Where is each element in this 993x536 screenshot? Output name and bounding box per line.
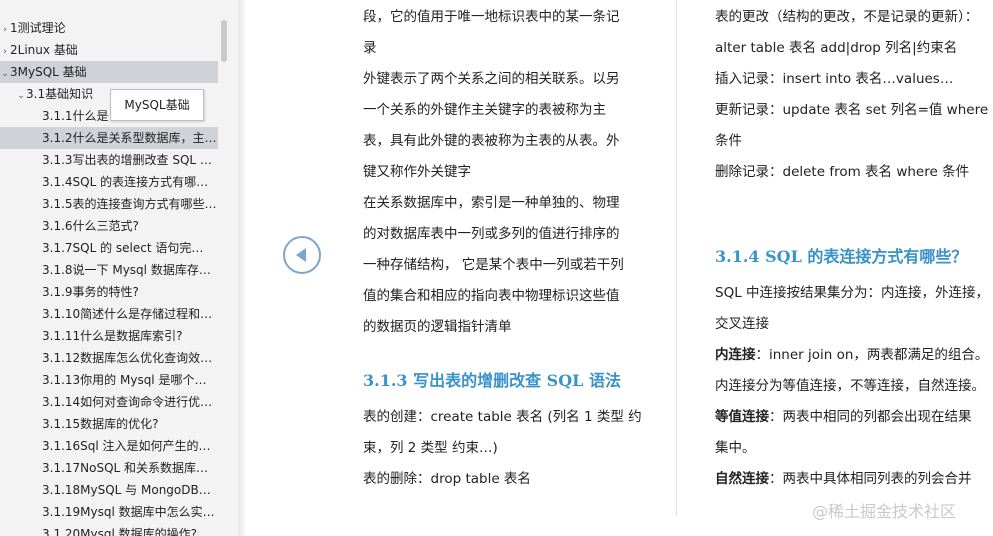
- text-line: SQL 中连接按结果集分为：内连接，外连接，: [715, 285, 990, 301]
- arrow-left-icon: [296, 248, 306, 262]
- text-line: 表，具有此外键的表被称为主表的从表。外: [363, 133, 620, 149]
- toc-item-label: 3.1.20Mysql 数据库的操作?: [42, 527, 198, 536]
- toc-item-label: 3.1.16Sql 注入是如何产生的…: [42, 439, 211, 453]
- text-line: 键又称作外关键字: [363, 164, 471, 180]
- toc-item[interactable]: 3.1.3写出表的增删改查 SQL …: [0, 149, 218, 171]
- toc-item[interactable]: ⌄3MySQL 基础: [0, 61, 218, 83]
- text-line: 表的创建：create table 表名 (列名 1 类型 约: [363, 409, 642, 425]
- text-line: 条件: [715, 133, 742, 149]
- text-line: 集中。: [715, 440, 756, 456]
- toc-item-label: 3.1.19Mysql 数据库中怎么实…: [42, 505, 215, 519]
- toc-item-label: 3.1.15数据库的优化?: [42, 417, 159, 431]
- toc-item[interactable]: 3.1.4SQL 的表连接方式有哪…: [0, 171, 218, 193]
- chevron-right-icon[interactable]: ›: [0, 41, 10, 61]
- text-line: 自然连接：两表中具体相同列表的列会合并: [715, 464, 972, 495]
- toc-item[interactable]: 3.1.15数据库的优化?: [0, 413, 218, 435]
- text-line: 删除记录：delete from 表名 where 条件: [715, 164, 970, 180]
- tooltip: MySQL基础: [110, 89, 204, 121]
- toc-item[interactable]: 3.1.19Mysql 数据库中怎么实…: [0, 501, 218, 523]
- toc-item-label: 3.1.10简述什么是存储过程和…: [42, 307, 213, 321]
- toc-scrollbar[interactable]: [221, 20, 227, 62]
- toc-item[interactable]: 3.1.2什么是关系型数据库，主…: [0, 127, 218, 149]
- line-text: ：两表中相同的列都会出现在结果: [769, 409, 972, 425]
- section-heading: 3.1.4 SQL 的表连接方式有哪些？: [715, 247, 968, 266]
- chevron-down-icon[interactable]: ⌄: [16, 85, 26, 105]
- toc-item-label: 3.1.17NoSQL 和关系数据库…: [42, 461, 209, 475]
- line-text: ：inner join on，两表都满足的组合。: [755, 347, 989, 363]
- toc-item-label: 3.1.9事务的特性?: [42, 285, 139, 299]
- toc-sidebar: › 1测试理论 › 2Linux 基础 ⌄3MySQL 基础 ⌄3.1基础知识 3.1.1什…: [0, 0, 238, 536]
- toc-item-label: 3.1.11什么是数据库索引?: [42, 329, 183, 343]
- toc-item[interactable]: 3.1.8说一下 Mysql 数据库存…: [0, 259, 218, 281]
- text-line: 交叉连接: [715, 316, 769, 332]
- toc-item[interactable]: 3.1.6什么三范式?: [0, 215, 218, 237]
- toc-item-label: 3.1.18MySQL 与 MongoDB…: [42, 483, 211, 497]
- toc-item-label: 3.1.6什么三范式?: [42, 219, 139, 233]
- text-line: 内连接分为等值连接，不等连接，自然连接。: [715, 378, 985, 394]
- bold-term: 自然连接: [715, 471, 769, 487]
- toc-item[interactable]: 3.1.13你用的 Mysql 是哪个…: [0, 369, 218, 391]
- text-line: 的对数据库表中一列或多列的值进行排序的: [363, 226, 620, 242]
- toc-item-label: 3MySQL 基础: [10, 65, 87, 79]
- text-line: 外键表示了两个关系之间的相关联系。以另: [363, 71, 620, 87]
- prev-page-button[interactable]: [283, 236, 321, 274]
- text-line: 更新记录：update 表名 set 列名=值 where: [715, 102, 989, 118]
- text-line: 段，它的值用于唯一地标识表中的某一条记: [363, 9, 620, 25]
- text-line: 表的更改（结构的更改，不是记录的更新）：: [715, 9, 979, 25]
- toc-item-label: 1测试理论: [10, 21, 66, 35]
- toc-item[interactable]: 3.1.7SQL 的 select 语句完…: [0, 237, 218, 259]
- text-line: 束，列 2 类型 约束…): [363, 440, 498, 456]
- toc-item-label: 2Linux 基础: [10, 43, 78, 57]
- text-line: 等值连接：两表中相同的列都会出现在结果: [715, 402, 972, 433]
- bold-term: 等值连接: [715, 409, 769, 425]
- toc-item[interactable]: 3.1.9事务的特性?: [0, 281, 218, 303]
- toc-item-label: 3.1.3写出表的增删改查 SQL …: [42, 153, 212, 167]
- toc-item-label: 3.1.7SQL 的 select 语句完…: [42, 241, 204, 255]
- toc-item[interactable]: 3.1.14如何对查询命令进行优…: [0, 391, 218, 413]
- toc-item-label: 3.1.13你用的 Mysql 是哪个…: [42, 373, 207, 387]
- watermark: @稀土掘金技术社区: [812, 502, 957, 521]
- toc-item[interactable]: 3.1.16Sql 注入是如何产生的…: [0, 435, 218, 457]
- toc-item-label: 3.1.8说一下 Mysql 数据库存…: [42, 263, 211, 277]
- chevron-right-icon[interactable]: ›: [0, 19, 10, 39]
- text-line: 值的集合和相应的指向表中物理标识这些值: [363, 288, 620, 304]
- sidebar-divider[interactable]: [238, 0, 246, 536]
- toc-item-label: 3.1.5表的连接查询方式有哪些…: [42, 197, 217, 211]
- toc-item[interactable]: › 1测试理论: [0, 17, 218, 39]
- toc-item-label: 3.1.14如何对查询命令进行优…: [42, 395, 213, 409]
- toc-item-label: 3.1.2什么是关系型数据库，主…: [42, 131, 217, 145]
- text-line: 一个关系的外键作主关键字的表被称为主: [363, 102, 606, 118]
- text-line: 表的删除：drop table 表名: [363, 471, 531, 487]
- toc-item-label: 3.1基础知识: [26, 87, 94, 101]
- column-divider: [676, 0, 677, 516]
- toc-item-label: 3.1.12数据库怎么优化查询效…: [42, 351, 213, 365]
- toc-item[interactable]: 3.1.11什么是数据库索引?: [0, 325, 218, 347]
- text-line: 的数据页的逻辑指针清单: [363, 319, 512, 335]
- toc-item[interactable]: 3.1.5表的连接查询方式有哪些…: [0, 193, 218, 215]
- text-line: 插入记录：insert into 表名…values…: [715, 71, 954, 87]
- text-line: 内连接：inner join on，两表都满足的组合。: [715, 340, 988, 371]
- text-line: 在关系数据库中，索引是一种单独的、物理: [363, 195, 620, 211]
- line-text: ：两表中具体相同列表的列会合并: [769, 471, 972, 487]
- toc-item-label: 3.1.1什么是: [42, 109, 109, 123]
- toc-item[interactable]: 3.1.12数据库怎么优化查询效…: [0, 347, 218, 369]
- text-line: 录: [363, 40, 377, 56]
- chevron-down-icon[interactable]: ⌄: [0, 63, 10, 83]
- toc-item[interactable]: › 2Linux 基础: [0, 39, 218, 61]
- text-line: alter table 表名 add|drop 列名|约束名: [715, 40, 958, 56]
- toc-item[interactable]: 3.1.17NoSQL 和关系数据库…: [0, 457, 218, 479]
- toc-item[interactable]: 3.1.10简述什么是存储过程和…: [0, 303, 218, 325]
- toc-item-label: 3.1.4SQL 的表连接方式有哪…: [42, 175, 209, 189]
- text-line: 一种存储结构， 它是某个表中一列或若干列: [363, 257, 624, 273]
- toc-item[interactable]: 3.1.18MySQL 与 MongoDB…: [0, 479, 218, 501]
- section-heading: 3.1.3 写出表的增删改查 SQL 语法: [363, 371, 621, 390]
- bold-term: 内连接: [715, 347, 756, 363]
- toc-item[interactable]: 3.1.20Mysql 数据库的操作?: [0, 523, 218, 536]
